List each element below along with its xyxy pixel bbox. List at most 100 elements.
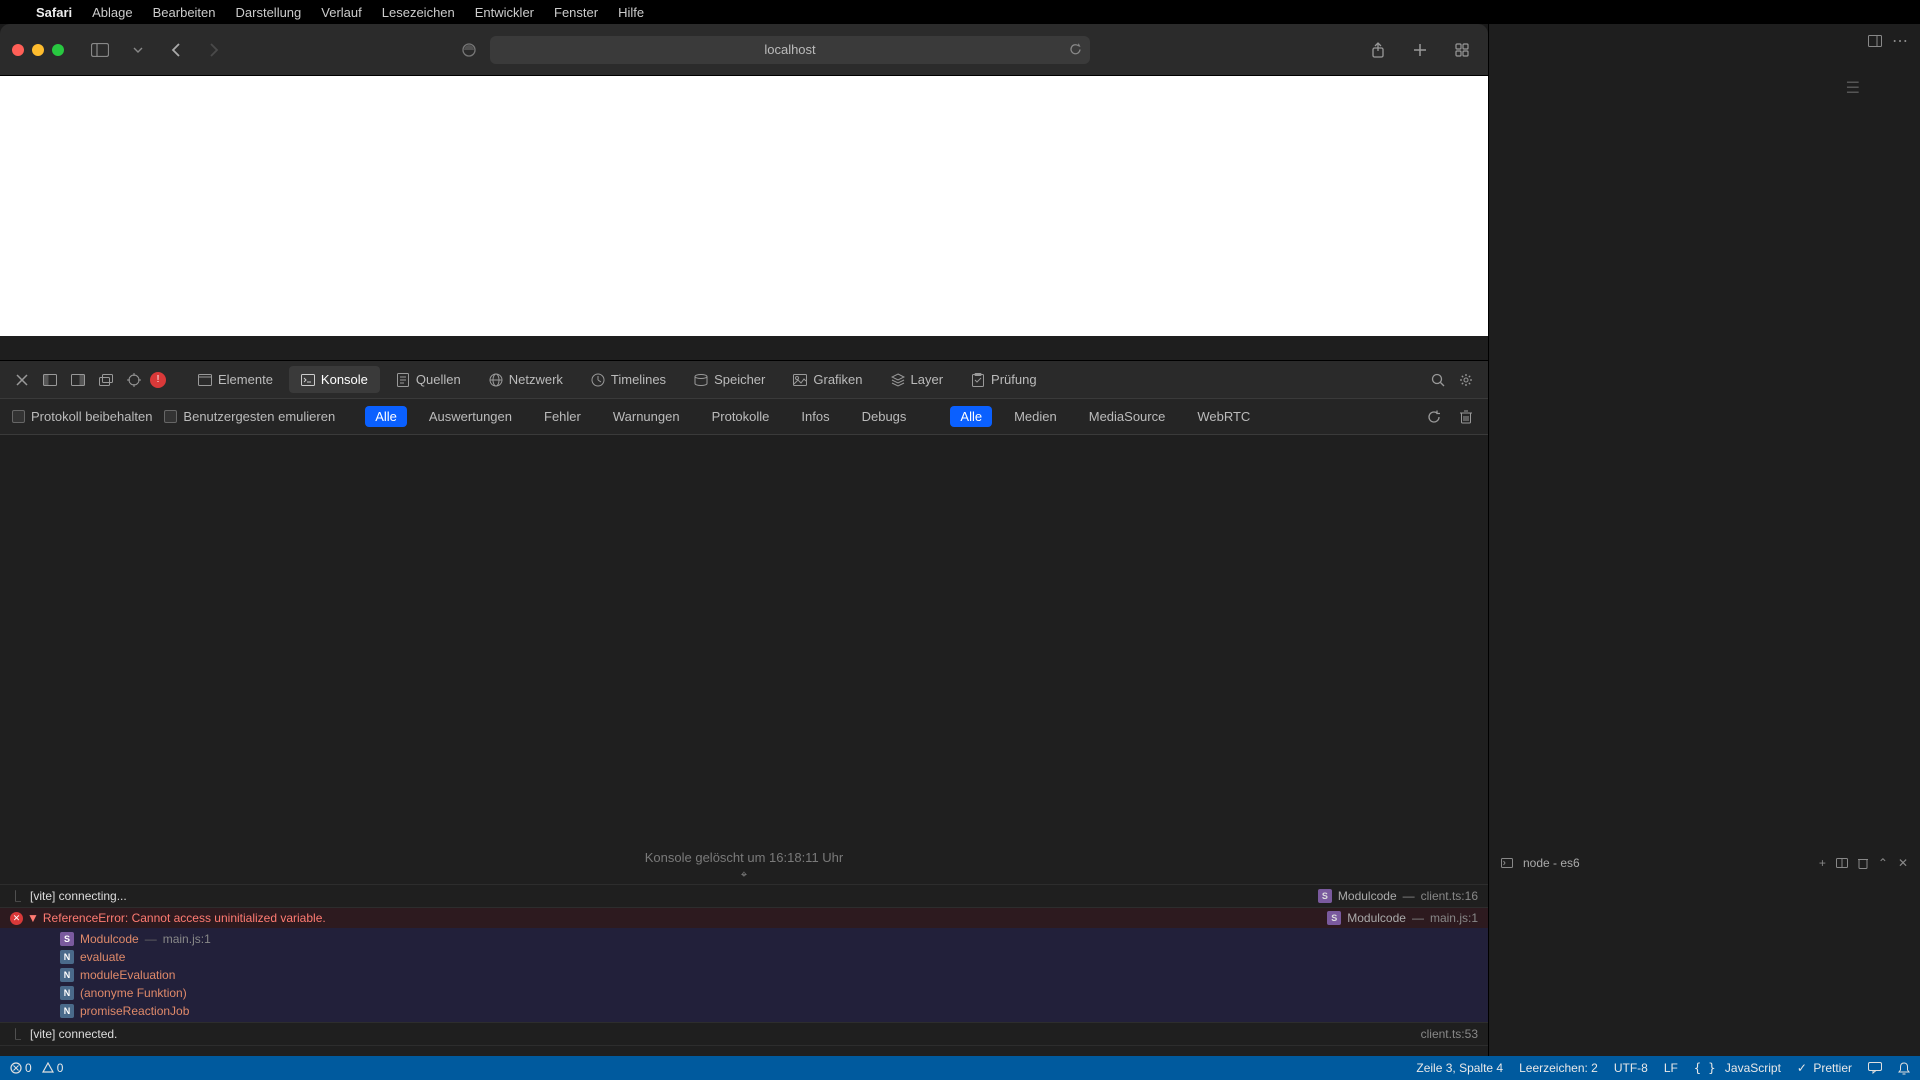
filter-infos[interactable]: Infos — [791, 406, 839, 427]
filter-mediasource[interactable]: MediaSource — [1079, 406, 1176, 427]
dock-left-button[interactable] — [38, 368, 62, 392]
hamburger-icon[interactable]: ☰ — [1846, 78, 1860, 98]
tab-layers[interactable]: Layer — [879, 366, 956, 393]
address-bar[interactable]: localhost — [490, 36, 1090, 64]
stack-frame[interactable]: N (anonyme Funktion) — [50, 984, 1488, 1002]
filter-webrtc[interactable]: WebRTC — [1187, 406, 1260, 427]
close-window-button[interactable] — [12, 44, 24, 56]
disclosure-triangle-icon[interactable]: ▼ — [27, 911, 39, 925]
filter-errors[interactable]: Fehler — [534, 406, 591, 427]
error-source[interactable]: S Modulcode — main.js:1 — [1327, 911, 1478, 925]
filter-all[interactable]: Alle — [365, 406, 407, 427]
app-menu[interactable]: Safari — [36, 5, 72, 20]
filter-warnings[interactable]: Warnungen — [603, 406, 690, 427]
close-inspector-button[interactable] — [10, 368, 34, 392]
page-content — [0, 76, 1488, 336]
stack-frame[interactable]: N moduleEvaluation — [50, 966, 1488, 984]
source-badge-icon: S — [1318, 889, 1332, 903]
error-icon: ✕ — [10, 912, 23, 925]
stack-badge-icon: N — [60, 968, 74, 982]
dock-right-button[interactable] — [66, 368, 90, 392]
reload-console-button[interactable] — [1424, 407, 1444, 427]
stack-badge-icon: S — [60, 932, 74, 946]
status-errors[interactable]: 0 — [10, 1061, 32, 1075]
menu-file[interactable]: Ablage — [92, 5, 132, 20]
menu-edit[interactable]: Bearbeiten — [153, 5, 216, 20]
macos-menubar: Safari Ablage Bearbeiten Darstellung Ver… — [0, 0, 1920, 24]
menu-help[interactable]: Hilfe — [618, 5, 644, 20]
back-button[interactable] — [162, 36, 190, 64]
clear-console-button[interactable] — [1456, 407, 1476, 427]
status-cursor-position[interactable]: Zeile 3, Spalte 4 — [1416, 1061, 1503, 1075]
menu-window[interactable]: Fenster — [554, 5, 598, 20]
forward-button[interactable] — [200, 36, 228, 64]
share-button[interactable] — [1364, 36, 1392, 64]
status-encoding[interactable]: UTF-8 — [1614, 1061, 1648, 1075]
search-button[interactable] — [1426, 368, 1450, 392]
inspector-tab-bar: ! Elemente Konsole Quellen Netzwerk Time… — [0, 361, 1488, 399]
preserve-log-checkbox[interactable]: Protokoll beibehalten — [12, 409, 152, 424]
tab-elements[interactable]: Elemente — [186, 366, 285, 393]
filter-media-all[interactable]: Alle — [950, 406, 992, 427]
status-indent[interactable]: Leerzeichen: 2 — [1519, 1061, 1598, 1075]
editor-titlebar-controls: ⋯ — [1489, 24, 1920, 58]
tab-console[interactable]: Konsole — [289, 366, 380, 393]
status-prettier[interactable]: ✓ Prettier — [1797, 1061, 1852, 1075]
privacy-report-icon[interactable] — [462, 43, 476, 57]
new-tab-button[interactable] — [1406, 36, 1434, 64]
tab-overview-button[interactable] — [1448, 36, 1476, 64]
console-log-row[interactable]: ⎿ [vite] connecting... S Modulcode — cli… — [0, 884, 1488, 907]
stack-frame[interactable]: N promiseReactionJob — [50, 1002, 1488, 1020]
dock-popout-button[interactable] — [94, 368, 118, 392]
terminal-tab-label[interactable]: node - es6 — [1523, 856, 1580, 870]
tab-network[interactable]: Netzwerk — [477, 366, 575, 393]
layout-button[interactable] — [1868, 35, 1882, 47]
emulate-gestures-checkbox[interactable]: Benutzergesten emulieren — [164, 409, 335, 424]
stack-badge-icon: N — [60, 1004, 74, 1018]
safari-toolbar: localhost — [0, 24, 1488, 76]
terminal-tab-bar: node - es6 + ⌃ ✕ — [1489, 848, 1920, 878]
close-panel-button[interactable]: ✕ — [1898, 856, 1908, 870]
tab-sources[interactable]: Quellen — [384, 366, 473, 393]
reload-icon[interactable] — [1069, 43, 1082, 56]
kill-terminal-button[interactable] — [1858, 857, 1868, 869]
menu-history[interactable]: Verlauf — [321, 5, 361, 20]
console-log-row[interactable]: ⎿ [vite] connected. client.ts:53 — [0, 1022, 1488, 1045]
menu-view[interactable]: Darstellung — [236, 5, 302, 20]
status-bell-icon[interactable] — [1898, 1062, 1910, 1075]
terminal-up-button[interactable]: ⌃ — [1878, 856, 1888, 870]
tab-timelines[interactable]: Timelines — [579, 366, 678, 393]
new-terminal-button[interactable]: + — [1819, 856, 1826, 870]
menu-bookmarks[interactable]: Lesezeichen — [382, 5, 455, 20]
minimize-window-button[interactable] — [32, 44, 44, 56]
log-source[interactable]: S Modulcode — client.ts:16 — [1318, 889, 1478, 903]
status-language[interactable]: { } JavaScript — [1694, 1061, 1781, 1075]
tab-group-dropdown[interactable] — [124, 36, 152, 64]
filter-evals[interactable]: Auswertungen — [419, 406, 522, 427]
split-terminal-button[interactable] — [1836, 858, 1848, 868]
stack-frame[interactable]: S Modulcode — main.js:1 — [50, 930, 1488, 948]
filter-debugs[interactable]: Debugs — [852, 406, 917, 427]
element-picker-button[interactable] — [122, 368, 146, 392]
status-warnings[interactable]: 0 — [42, 1061, 64, 1075]
status-eol[interactable]: LF — [1664, 1061, 1678, 1075]
web-inspector: ! Elemente Konsole Quellen Netzwerk Time… — [0, 360, 1488, 1080]
filter-logs[interactable]: Protokolle — [702, 406, 780, 427]
sidebar-toggle-button[interactable] — [86, 36, 114, 64]
more-button[interactable]: ⋯ — [1892, 31, 1910, 51]
log-source[interactable]: client.ts:53 — [1421, 1027, 1478, 1041]
audit-icon — [971, 373, 985, 387]
console-error-row[interactable]: ✕ ▼ ReferenceError: Cannot access uninit… — [0, 907, 1488, 928]
terminal-icon — [1501, 858, 1513, 868]
tab-storage[interactable]: Speicher — [682, 366, 777, 393]
menu-developer[interactable]: Entwickler — [475, 5, 534, 20]
filter-media[interactable]: Medien — [1004, 406, 1067, 427]
tab-graphics[interactable]: Grafiken — [781, 366, 874, 393]
maximize-window-button[interactable] — [52, 44, 64, 56]
graphics-icon — [793, 373, 807, 387]
status-feedback-icon[interactable] — [1868, 1062, 1882, 1074]
error-badge[interactable]: ! — [150, 372, 166, 388]
settings-button[interactable] — [1454, 368, 1478, 392]
stack-frame[interactable]: N evaluate — [50, 948, 1488, 966]
tab-audit[interactable]: Prüfung — [959, 366, 1049, 393]
